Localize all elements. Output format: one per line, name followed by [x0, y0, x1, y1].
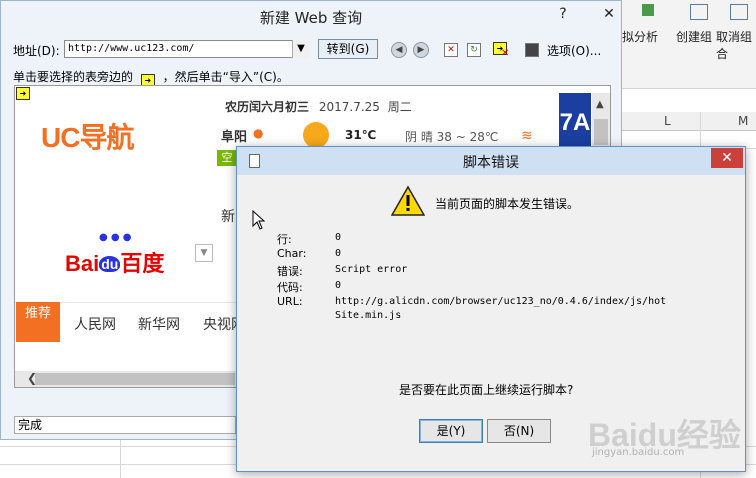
field-value-url-cont: Site.min.js [335, 310, 402, 321]
address-input[interactable]: http://www.uc123.com/ [64, 40, 308, 58]
x-mark-icon: ✕ [501, 48, 510, 59]
ungroup-icon [730, 4, 748, 20]
baidu-logo-cn: 百度 [120, 251, 165, 276]
sun-icon [303, 122, 329, 148]
baidu-paw-icon: du [99, 256, 121, 272]
city-name[interactable]: 阜阳 [221, 126, 247, 145]
field-label-error: 错误: [277, 265, 303, 278]
watermark-url: jingyan.baidu.com [592, 447, 685, 458]
grid-line [120, 440, 121, 478]
date-line: 农历闰六月初三 2017.7.25 周二 [225, 98, 412, 115]
field-value-error: Script error [335, 264, 408, 275]
web-query-title: 新建 Web 查询 [259, 9, 363, 27]
mouse-cursor-icon [252, 210, 266, 230]
status-bar: 完成 [14, 416, 236, 434]
weekday: 周二 [387, 100, 412, 114]
continue-question: 是否要在此页面上继续运行脚本? [399, 383, 574, 397]
paw-dots-icon: ● ● ● [99, 232, 132, 243]
address-label: 地址(D): [13, 44, 60, 58]
refresh-icon[interactable]: ↻ [467, 43, 481, 57]
whatif-icon [642, 4, 654, 16]
scroll-left-icon[interactable]: ❮ [27, 371, 37, 385]
date: 2017.7.25 [318, 100, 380, 114]
weather-forecast: 阴 晴 38 ~ 28℃ [405, 130, 499, 144]
ribbon-ungroup[interactable]: 取消组合 [716, 28, 756, 62]
temperature: 31℃ [345, 128, 377, 142]
vertical-scroll-thumb[interactable] [594, 119, 608, 145]
no-button[interactable]: 否(N) [487, 419, 551, 443]
field-label-line: 行: [277, 233, 292, 246]
excel-ribbon: 拟分析 创建组 取消组合 [620, 0, 756, 89]
yes-button[interactable]: 是(Y) [419, 419, 483, 443]
field-label-code: 代码: [277, 281, 303, 294]
group-icon [690, 4, 708, 20]
search-engine-dropdown[interactable]: ▼ [195, 244, 213, 262]
column-header-m[interactable]: M [738, 114, 748, 128]
save-icon[interactable] [525, 43, 539, 57]
hide-icons-icon[interactable]: ➜ ✕ [493, 42, 510, 59]
horizontal-scroll-thumb[interactable] [35, 373, 235, 385]
back-icon[interactable]: ◀ [391, 42, 407, 58]
baidu-logo[interactable]: Bai du百度 [65, 246, 164, 278]
field-label-char: Char: [277, 247, 307, 260]
column-header-l[interactable]: L [664, 114, 671, 128]
hint-suffix: ，然后单击“导入”(C)。 [162, 70, 289, 84]
ribbon-group[interactable]: 创建组 [676, 28, 712, 45]
field-value-code: 0 [335, 280, 342, 291]
location-pin-icon: ● [253, 126, 264, 140]
close-button[interactable]: ✕ [597, 5, 621, 23]
baidu-logo-bai: Bai [65, 251, 100, 276]
nav-link-people[interactable]: 人民网 [74, 314, 116, 334]
ribbon-what-if[interactable]: 拟分析 [622, 28, 658, 45]
field-value-line: 0 [335, 232, 342, 243]
chevron-down-icon: ▼ [297, 43, 305, 54]
warning-icon [391, 185, 425, 216]
scroll-up-icon[interactable]: ▲ [596, 99, 604, 110]
nav-link-xinhua[interactable]: 新华网 [138, 314, 180, 334]
dialog-close-button[interactable]: ✕ [711, 148, 743, 168]
error-message: 当前页面的脚本发生错误。 [435, 197, 580, 211]
table-select-arrow-icon[interactable]: ➜ [16, 87, 30, 100]
lunar-date: 农历闰六月初三 [225, 100, 310, 114]
options-button[interactable]: 选项(O)... [547, 42, 601, 59]
column-header-row: L M [620, 112, 756, 131]
wind-icon: ≋ [521, 128, 533, 144]
hint-prefix: 单击要选择的表旁边的 [13, 70, 134, 84]
goto-button[interactable]: 转到(G) [318, 39, 378, 59]
address-dropdown-button[interactable]: ▼ [292, 40, 309, 58]
stop-icon[interactable]: ✕ [444, 43, 458, 57]
field-label-url: URL: [277, 295, 303, 308]
field-value-url: http://g.alicdn.com/browser/uc123_no/0.4… [335, 296, 667, 307]
forward-icon[interactable]: ▶ [413, 42, 429, 58]
side-banner-image[interactable]: 7A [559, 93, 591, 153]
air-quality-badge[interactable]: 空 [217, 150, 237, 166]
field-value-char: 0 [335, 248, 342, 259]
help-button[interactable]: ? [551, 5, 575, 23]
dialog-title: 脚本错误 [463, 155, 519, 171]
chevron-down-icon: ▼ [200, 248, 208, 258]
uc-logo[interactable]: UC导航 [41, 116, 134, 156]
search-tab-fragment[interactable]: 新 [221, 206, 235, 226]
recommend-tab[interactable]: 推荐 [16, 302, 60, 342]
